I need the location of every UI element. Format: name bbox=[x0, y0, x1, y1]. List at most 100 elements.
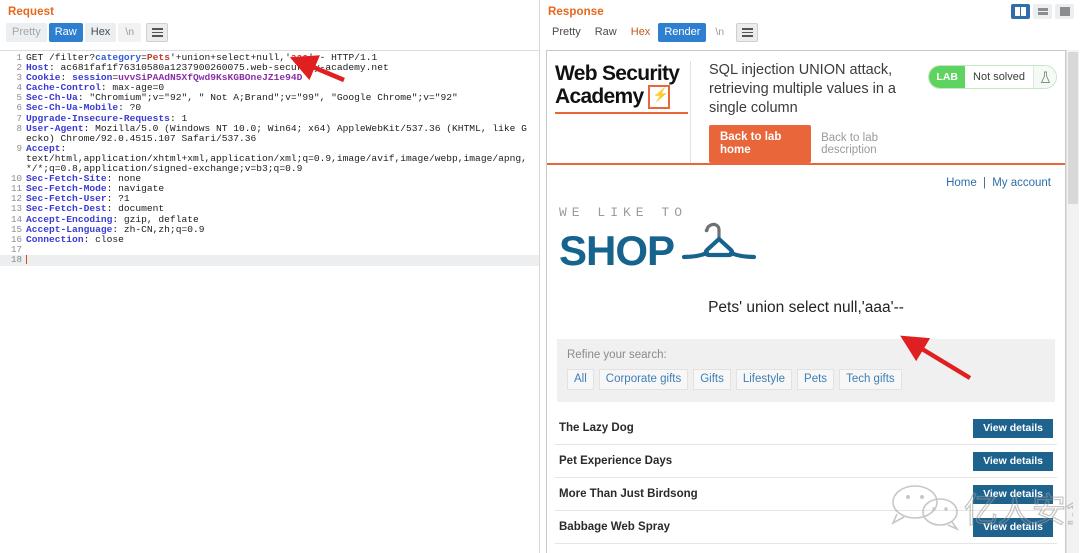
tab-response-hex[interactable]: Hex bbox=[625, 23, 657, 42]
flask-icon-svg bbox=[1040, 71, 1050, 83]
product-name: Pet Experience Days bbox=[559, 455, 673, 467]
product-row: More Than Just Birdsong View details bbox=[555, 478, 1057, 511]
shop-nav: Home | My account bbox=[547, 165, 1065, 193]
product-row: Babbage Web Spray View details bbox=[555, 511, 1057, 544]
line-text bbox=[26, 254, 539, 266]
layout-toggle-group bbox=[1011, 4, 1074, 19]
product-row: The Lazy Dog View details bbox=[555, 412, 1057, 445]
response-panel: Response Pretty Raw Hex Render \n Web Se… bbox=[540, 0, 1080, 553]
product-name: The Lazy Dog bbox=[559, 422, 634, 434]
line-number: 2 bbox=[16, 62, 22, 74]
tab-response-newline[interactable]: \n bbox=[708, 23, 731, 42]
line-text: Accept: text/html,application/xhtml+xml,… bbox=[26, 142, 527, 175]
nav-home-link[interactable]: Home bbox=[946, 177, 977, 189]
lab-header: Web Security Academy SQL injection UNION… bbox=[547, 51, 1065, 165]
lightning-bolt-icon bbox=[648, 85, 671, 109]
view-details-button[interactable]: View details bbox=[973, 451, 1053, 471]
tab-request-raw[interactable]: Raw bbox=[48, 23, 83, 42]
line-text: User-Agent: Mozilla/5.0 (Windows NT 10.0… bbox=[26, 122, 527, 144]
tab-response-render[interactable]: Render bbox=[658, 23, 707, 42]
category-filter-list: All Corporate gifts Gifts Lifestyle Pets Tech… bbox=[567, 369, 1045, 390]
line-number: 7 bbox=[16, 112, 22, 124]
search-term-heading: Pets' union select null,'aaa'-- bbox=[708, 299, 904, 316]
lab-buttons: Back to lab home Back to lab description bbox=[709, 125, 918, 163]
tab-request-newline[interactable]: \n bbox=[118, 23, 142, 42]
flask-icon[interactable] bbox=[1034, 66, 1056, 88]
response-tabbar: Pretty Raw Hex Render \n bbox=[540, 21, 1080, 46]
tab-response-raw[interactable]: Raw bbox=[589, 23, 623, 42]
burp-suite-window: Request Pretty Raw Hex \n 1 GET /filter?c… bbox=[0, 0, 1080, 553]
tab-response-pretty[interactable]: Pretty bbox=[546, 23, 587, 42]
tab-request-hex[interactable]: Hex bbox=[84, 23, 117, 42]
web-security-academy-logo: Web Security Academy bbox=[555, 61, 690, 114]
product-row: aaa bbox=[555, 544, 1057, 553]
line-number: 8 bbox=[16, 122, 22, 134]
back-to-lab-home-button[interactable]: Back to lab home bbox=[709, 125, 812, 163]
request-panel: Request Pretty Raw Hex \n 1 GET /filter?c… bbox=[0, 0, 540, 553]
view-details-button[interactable]: View details bbox=[973, 484, 1053, 504]
lab-info: SQL injection UNION attack, retrieving m… bbox=[690, 61, 928, 163]
request-code-line: 17 bbox=[0, 244, 539, 255]
coat-hanger-icon bbox=[680, 216, 758, 271]
tab-request-pretty[interactable]: Pretty bbox=[6, 23, 47, 42]
product-row: Pet Experience Days View details bbox=[555, 445, 1057, 478]
line-number: 6 bbox=[16, 102, 22, 114]
rendered-response: Web Security Academy SQL injection UNION… bbox=[546, 50, 1066, 553]
logo-underline bbox=[555, 112, 688, 114]
nav-my-account-link[interactable]: My account bbox=[992, 177, 1051, 189]
view-details-button[interactable]: View details bbox=[973, 418, 1053, 438]
response-scrollbar-thumb[interactable] bbox=[1068, 52, 1078, 204]
category-filter-pets[interactable]: Pets bbox=[797, 369, 835, 390]
layout-stacked-button[interactable] bbox=[1033, 4, 1052, 19]
request-panel-title: Request bbox=[8, 6, 55, 18]
single-pane-icon bbox=[1059, 7, 1070, 16]
category-filter-corporate-gifts[interactable]: Corporate gifts bbox=[598, 369, 689, 390]
category-filter-all[interactable]: All bbox=[567, 369, 594, 390]
category-filter-gifts[interactable]: Gifts bbox=[693, 369, 731, 390]
lab-status-state: Not solved bbox=[965, 66, 1034, 88]
request-tabbar: Pretty Raw Hex \n bbox=[0, 21, 539, 46]
shop-wordmark: SHOP bbox=[559, 227, 675, 274]
category-filter-lifestyle[interactable]: Lifestyle bbox=[735, 369, 793, 390]
line-number: 3 bbox=[16, 72, 22, 84]
request-raw-editor[interactable]: 1 GET /filter?category=Pets'+union+select… bbox=[0, 50, 539, 553]
logo-line-2: Academy bbox=[555, 85, 644, 108]
lab-title: SQL injection UNION attack, retrieving m… bbox=[709, 62, 896, 116]
line-number: 4 bbox=[16, 82, 22, 94]
line-number: 9 bbox=[16, 142, 22, 154]
logo-line-1: Web Security bbox=[555, 62, 680, 85]
product-list: The Lazy Dog View details Pet Experience D… bbox=[555, 412, 1057, 553]
line-number: 1 bbox=[16, 52, 22, 63]
line-number: 13 bbox=[10, 203, 22, 215]
refine-search-box: Refine your search: All Corporate gifts Gi… bbox=[557, 339, 1055, 402]
request-code-line: 16 Connection: close bbox=[0, 233, 539, 245]
back-to-lab-description-link[interactable]: Back to lab description bbox=[821, 132, 918, 156]
view-details-button[interactable]: View details bbox=[973, 517, 1053, 537]
request-code-lines: 1 GET /filter?category=Pets'+union+select… bbox=[0, 51, 539, 266]
layout-side-by-side-button[interactable] bbox=[1011, 4, 1030, 19]
columns-icon bbox=[1014, 7, 1027, 16]
response-scrollbar[interactable] bbox=[1066, 50, 1079, 553]
request-menu-hamburger-icon[interactable] bbox=[146, 23, 169, 42]
refine-search-label: Refine your search: bbox=[567, 349, 667, 361]
layout-single-button[interactable] bbox=[1055, 4, 1074, 19]
line-text: Connection: close bbox=[26, 233, 124, 245]
request-code-line: 8 User-Agent: Mozilla/5.0 (Windows NT 10.… bbox=[0, 122, 539, 144]
product-name: More Than Just Birdsong bbox=[559, 488, 698, 500]
lab-status-badge: LAB Not solved bbox=[928, 65, 1057, 89]
text-cursor bbox=[26, 254, 27, 264]
nav-separator: | bbox=[982, 177, 986, 189]
request-code-line: 18 bbox=[0, 253, 539, 266]
response-menu-hamburger-icon[interactable] bbox=[736, 23, 759, 42]
response-panel-title: Response bbox=[548, 6, 604, 18]
lab-status-tag: LAB bbox=[929, 66, 966, 88]
shop-branding: WE LIKE TO SHOP bbox=[547, 193, 1065, 277]
coat-hanger-icon-svg bbox=[681, 222, 757, 260]
category-filter-tech-gifts[interactable]: Tech gifts bbox=[839, 369, 902, 390]
line-text bbox=[26, 245, 539, 255]
line-number: 18 bbox=[10, 253, 22, 265]
rows-icon bbox=[1037, 7, 1048, 16]
product-name: Babbage Web Spray bbox=[559, 521, 670, 533]
request-code-line: 9 Accept: text/html,application/xhtml+xml… bbox=[0, 142, 539, 175]
line-number: 5 bbox=[16, 92, 22, 104]
